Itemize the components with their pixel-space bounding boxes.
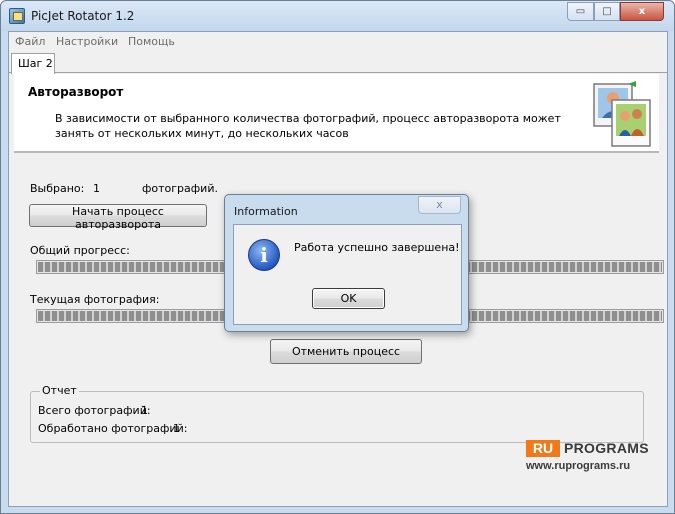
report-group: Отчет Всего фотографий: 1 Обработано фот…: [30, 384, 644, 443]
watermark-programs: PROGRAMS: [564, 440, 649, 456]
dialog-title: Information: [234, 205, 298, 218]
dialog-message: Работа успешно завершена!: [294, 241, 460, 254]
tab-step-2[interactable]: Шаг 2: [11, 53, 55, 74]
selected-count: 1: [93, 182, 100, 195]
menu-bar: Файл Настройки Помощь: [9, 32, 667, 51]
information-dialog: Information x i Работа успешно завершена…: [224, 194, 469, 332]
info-icon: i: [248, 239, 280, 271]
window-title: PicJet Rotator 1.2: [31, 9, 135, 23]
app-icon: [9, 8, 25, 24]
menu-file[interactable]: Файл: [15, 35, 45, 48]
menu-settings[interactable]: Настройки: [56, 35, 118, 48]
step-header: Авторазворот В зависимости от выбранного…: [14, 74, 659, 153]
dialog-close-button[interactable]: x: [418, 196, 461, 214]
processed-photos-label: Обработано фотографий:: [38, 422, 188, 435]
watermark-ru: RU: [526, 440, 560, 457]
minimize-button[interactable]: ▭: [567, 2, 594, 21]
report-legend: Отчет: [40, 384, 79, 397]
selected-label: Выбрано:: [30, 182, 85, 195]
processed-photos-value: 1: [173, 422, 180, 435]
watermark-url: www.ruprograms.ru: [526, 460, 631, 472]
total-photos-value: 1: [141, 404, 148, 417]
ok-button[interactable]: OK: [312, 288, 385, 309]
title-bar[interactable]: PicJet Rotator 1.2 ▭ □ x: [1, 1, 674, 31]
cancel-process-button[interactable]: Отменить процесс: [270, 339, 422, 364]
maximize-button[interactable]: □: [594, 2, 620, 21]
start-autorotate-button[interactable]: Начать процесс авторазворота: [29, 204, 207, 231]
current-photo-label: Текущая фотография:: [30, 293, 160, 306]
dialog-body: i Работа успешно завершена! OK: [233, 224, 462, 325]
overall-progress-label: Общий прогресс:: [30, 244, 130, 257]
photos-rotate-icon: [593, 81, 651, 147]
total-photos-label: Всего фотографий:: [38, 404, 151, 417]
menu-help[interactable]: Помощь: [128, 35, 175, 48]
app-window: PicJet Rotator 1.2 ▭ □ x Файл Настройки …: [0, 0, 675, 514]
header-title: Авторазворот: [28, 85, 124, 99]
watermark-logo: RU PROGRAMS www.ruprograms.ru: [526, 439, 656, 475]
selected-unit: фотографий.: [142, 182, 218, 195]
close-button[interactable]: x: [620, 2, 664, 21]
tab-strip: Шаг 2: [9, 51, 667, 74]
header-description: В зависимости от выбранного количества ф…: [55, 112, 561, 140]
